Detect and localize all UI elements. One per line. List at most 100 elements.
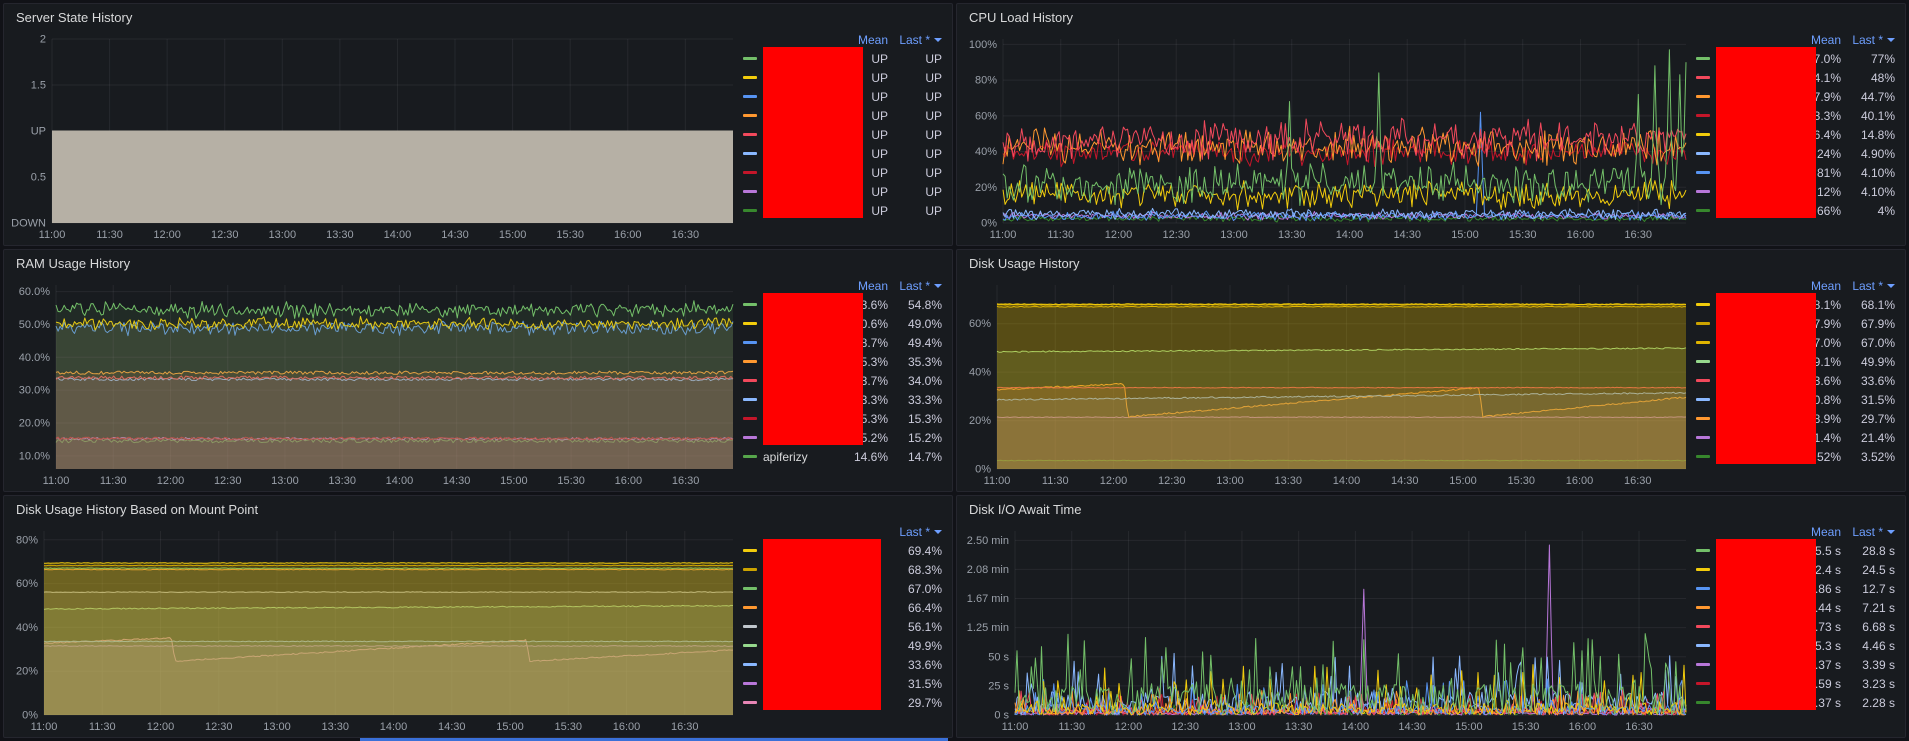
svg-text:14:30: 14:30: [441, 229, 469, 241]
svg-text:13:00: 13:00: [269, 229, 297, 241]
legend-header-mean[interactable]: Mean: [834, 279, 888, 293]
chart-plot[interactable]: 2 1.5 UP 0.5 DOWN 11:00 11:30 12:00 12:30 13:00 13…: [10, 29, 743, 242]
svg-text:12:30: 12:30: [214, 475, 242, 487]
series-color-marker: [743, 152, 757, 155]
series-color-marker: [743, 171, 757, 174]
chart-plot[interactable]: 0% 20% 40% 60% 80% 100% 11:00 11:30 12:00 12:30 13…: [963, 29, 1696, 242]
panel-title[interactable]: Disk I/O Await Time: [957, 496, 1905, 521]
svg-text:13:30: 13:30: [1285, 721, 1313, 733]
legend: Mean Last * 35.5 s 28.8 s 12.4 s 24.5 s 9.86 s…: [1696, 521, 1901, 734]
series-color-marker: [1696, 455, 1710, 458]
svg-text:14:00: 14:00: [386, 475, 414, 487]
legend-value-last: 12.7 s: [1862, 581, 1895, 596]
panel-title[interactable]: Server State History: [4, 4, 952, 29]
series-color-marker: [743, 417, 757, 420]
series-color-marker: [1696, 625, 1710, 628]
svg-text:80%: 80%: [975, 75, 997, 87]
series-color-marker: [743, 625, 757, 628]
svg-text:11:30: 11:30: [1042, 475, 1069, 487]
legend-value-last: 4%: [1877, 203, 1895, 218]
legend-value-last: 2.28 s: [1862, 695, 1895, 710]
legend-header-mean[interactable]: Mean: [1787, 279, 1841, 293]
chevron-down-icon: [934, 38, 942, 42]
chart-plot[interactable]: 80% 60% 40% 20% 0% 11:00 11:30 12:00 12:30 13:00 1…: [10, 521, 743, 734]
svg-text:16:00: 16:00: [613, 721, 641, 733]
svg-text:12:00: 12:00: [1100, 475, 1128, 487]
svg-text:50.0%: 50.0%: [19, 319, 50, 331]
panel-title[interactable]: Disk Usage History: [957, 250, 1905, 275]
legend-value-last: 68.3%: [907, 562, 942, 577]
legend-header-last[interactable]: Last *: [1841, 525, 1895, 539]
chevron-down-icon: [1887, 530, 1895, 534]
chevron-down-icon: [934, 530, 942, 534]
panel-cpu-load-history: CPU Load History 0% 20% 40% 60% 80% 100% 11:00…: [956, 3, 1906, 246]
series-color-marker: [743, 606, 757, 609]
legend-value-last: 66.4%: [907, 600, 942, 615]
svg-text:60%: 60%: [16, 578, 38, 590]
svg-text:13:00: 13:00: [1220, 229, 1248, 241]
svg-text:60%: 60%: [969, 318, 991, 330]
redaction-overlay: [763, 47, 863, 218]
svg-text:DOWN: DOWN: [11, 218, 46, 230]
panel-title[interactable]: Disk Usage History Based on Mount Point: [4, 496, 952, 521]
series-color-marker: [1696, 171, 1710, 174]
svg-text:16:30: 16:30: [1624, 229, 1652, 241]
legend-header-last[interactable]: Last *: [888, 525, 942, 539]
chart-plot[interactable]: 60.0% 50.0% 40.0% 30.0% 20.0% 10.0% 11:00 11:30…: [10, 275, 743, 488]
chart-svg: 60% 40% 20% 0%11:00 11:30 12:00 12:30 13:00 13:3…: [969, 285, 1687, 487]
legend-header-mean[interactable]: Mean: [834, 33, 888, 47]
series-color-marker: [743, 76, 757, 79]
svg-text:10.0%: 10.0%: [19, 450, 50, 462]
series-color-marker: [1696, 663, 1710, 666]
legend-value-last: 44.7%: [1860, 89, 1895, 104]
dashboard-grid: Server State History 2 1.5 UP 0.5 DOWN 11:00 1…: [0, 0, 1909, 741]
svg-text:1.67 min: 1.67 min: [967, 593, 1009, 605]
legend-value-last: 69.4%: [907, 543, 942, 558]
svg-text:50 s: 50 s: [988, 651, 1009, 663]
panel-title[interactable]: CPU Load History: [957, 4, 1905, 29]
legend-value-last: UP: [925, 165, 942, 180]
series-color-marker: [743, 398, 757, 401]
legend-header-last[interactable]: Last *: [1841, 279, 1895, 293]
legend-header-mean[interactable]: Mean: [1787, 525, 1841, 539]
series-color-marker: [1696, 76, 1710, 79]
legend-header-last[interactable]: Last *: [1841, 33, 1895, 47]
panel-title[interactable]: RAM Usage History: [4, 250, 952, 275]
svg-text:14:30: 14:30: [438, 721, 466, 733]
series-color-marker: [1696, 417, 1710, 420]
series-color-marker: [743, 190, 757, 193]
legend-value-last: 56.1%: [907, 619, 942, 634]
series-color-marker: [1696, 682, 1710, 685]
svg-text:100%: 100%: [969, 39, 997, 51]
svg-text:15:00: 15:00: [496, 721, 524, 733]
legend-value-last: 31.5%: [907, 676, 942, 691]
svg-text:15:30: 15:30: [555, 721, 583, 733]
chart-plot[interactable]: 2.50 min 2.08 min 1.67 min 1.25 min 50 s 25 s…: [963, 521, 1696, 734]
legend-value-last: 4.10%: [1860, 165, 1895, 180]
legend-value-last: 14.7%: [907, 449, 942, 464]
legend-value-last: 48%: [1870, 70, 1895, 85]
svg-text:16:00: 16:00: [614, 229, 642, 241]
svg-text:15:00: 15:00: [500, 475, 528, 487]
series-color-marker: [743, 341, 757, 344]
legend-value-last: 15.2%: [907, 430, 942, 445]
svg-text:20%: 20%: [969, 415, 991, 427]
legend-value-last: 40.1%: [1860, 108, 1895, 123]
legend-value-last: UP: [925, 89, 942, 104]
legend-row[interactable]: apiferizy 14.6% 14.7%: [743, 447, 942, 466]
panel-disk-usage-history: Disk Usage History 60% 40% 20% 0% 11:00 11:30…: [956, 249, 1906, 492]
redaction-overlay: [1716, 293, 1816, 464]
legend-header-last[interactable]: Last *: [888, 279, 942, 293]
legend-header-last[interactable]: Last *: [888, 33, 942, 47]
svg-text:20.0%: 20.0%: [19, 418, 50, 430]
svg-text:11:30: 11:30: [1058, 721, 1085, 733]
series-color-marker: [743, 663, 757, 666]
svg-text:11:00: 11:00: [43, 475, 70, 487]
legend-value-last: 3.39 s: [1862, 657, 1895, 672]
legend-header-mean[interactable]: Mean: [1787, 33, 1841, 47]
svg-text:11:00: 11:00: [31, 721, 58, 733]
svg-text:60%: 60%: [975, 110, 997, 122]
chart-plot[interactable]: 60% 40% 20% 0% 11:00 11:30 12:00 12:30 13:00 13:3…: [963, 275, 1696, 488]
svg-text:15:30: 15:30: [1512, 721, 1540, 733]
series-color-marker: [1696, 303, 1710, 306]
